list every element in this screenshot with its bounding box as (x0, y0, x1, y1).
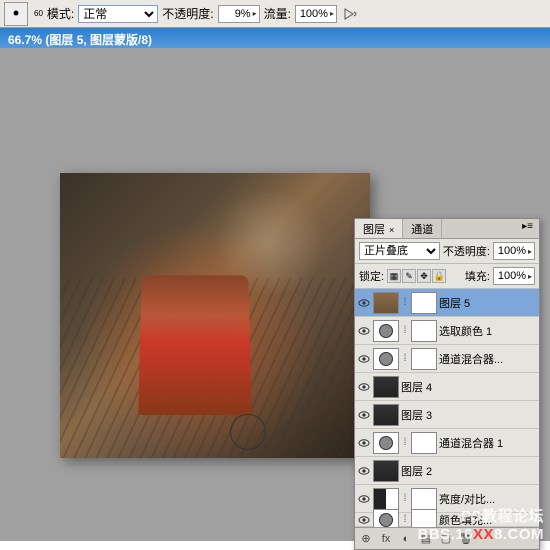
fill-label: 填充: (465, 268, 490, 284)
layer-opacity-label: 不透明度: (443, 243, 490, 259)
layer-thumbnail[interactable] (373, 460, 399, 482)
mask-thumbnail[interactable] (411, 348, 437, 370)
workspace: 图层× 通道 ▸≡ 正片叠底 不透明度: 100% ▸ 锁定: ▦ ✎ ✥ 🔒 (0, 48, 550, 541)
chevron-right-icon[interactable]: ▸ (526, 272, 532, 281)
visibility-eye-icon[interactable] (357, 513, 371, 527)
close-icon[interactable]: × (389, 225, 394, 235)
visibility-eye-icon[interactable] (357, 296, 371, 310)
blend-row: 正片叠底 不透明度: 100% ▸ (355, 239, 539, 264)
layer-name[interactable]: 选取颜色 1 (439, 323, 492, 339)
link-icon[interactable]: ⁞ (401, 297, 409, 308)
layer-row[interactable]: 图层 3 (355, 401, 539, 429)
flow-input[interactable]: 100% ▸ (295, 5, 337, 23)
lock-position-icon[interactable]: ✥ (417, 269, 431, 283)
watermark: PS教程论坛 BBS.16XX8.COM (417, 505, 544, 543)
zoom-and-title: 66.7% (图层 5, 图层蒙版/8) (8, 33, 152, 47)
lock-row: 锁定: ▦ ✎ ✥ 🔒 填充: 100% ▸ (355, 264, 539, 289)
airbrush-icon[interactable] (341, 5, 361, 23)
layer-thumbnail[interactable] (373, 348, 399, 370)
add-mask-icon[interactable]: ◐ (399, 532, 413, 546)
layer-name[interactable]: 图层 2 (401, 463, 432, 479)
layer-name[interactable]: 图层 3 (401, 407, 432, 423)
watermark-line1: PS教程论坛 (417, 505, 544, 526)
mask-thumbnail[interactable] (411, 432, 437, 454)
visibility-eye-icon[interactable] (357, 492, 371, 506)
visibility-eye-icon[interactable] (357, 436, 371, 450)
layer-thumbnail[interactable] (373, 376, 399, 398)
layer-name[interactable]: 通道混合器... (439, 351, 503, 367)
link-icon[interactable]: ⁞ (401, 353, 409, 364)
brush-preset[interactable]: • (4, 2, 28, 26)
panel-menu-icon[interactable]: ▸≡ (516, 219, 539, 238)
mask-thumbnail[interactable] (411, 292, 437, 314)
brush-cursor-icon (230, 414, 266, 450)
mask-thumbnail[interactable] (411, 320, 437, 342)
visibility-eye-icon[interactable] (357, 464, 371, 478)
layer-opacity-input[interactable]: 100% ▸ (493, 242, 535, 260)
panel-tabs: 图层× 通道 ▸≡ (355, 219, 539, 239)
blend-mode-select[interactable]: 正常 (78, 5, 158, 23)
visibility-eye-icon[interactable] (357, 324, 371, 338)
layer-fx-icon[interactable]: fx (379, 532, 393, 546)
layer-name[interactable]: 图层 5 (439, 295, 470, 311)
tab-layers[interactable]: 图层× (355, 219, 403, 238)
layer-thumbnail[interactable] (373, 488, 399, 510)
layer-list[interactable]: ⁞ 图层 5 ⁞ 选取颜色 1 ⁞ 通道混合器... 图层 4 图层 3 ⁞ 通道混合器 1 图层 … (355, 289, 539, 527)
link-icon[interactable]: ⁞ (401, 437, 409, 448)
visibility-eye-icon[interactable] (357, 352, 371, 366)
layer-thumbnail[interactable] (373, 432, 399, 454)
options-bar: • 60 模式: 正常 不透明度: 9% ▸ 流量: 100% ▸ (0, 0, 550, 28)
layer-row[interactable]: ⁞ 图层 5 (355, 289, 539, 317)
canvas[interactable] (60, 173, 370, 458)
layer-name[interactable]: 图层 4 (401, 379, 432, 395)
layer-blend-mode[interactable]: 正片叠底 (359, 242, 440, 260)
visibility-eye-icon[interactable] (357, 408, 371, 422)
flow-label: 流量: (264, 5, 291, 22)
document-title-bar: 66.7% (图层 5, 图层蒙版/8) (0, 28, 550, 48)
link-icon[interactable]: ⁞ (401, 325, 409, 336)
layer-row[interactable]: ⁞ 通道混合器 1 (355, 429, 539, 457)
layer-name[interactable]: 通道混合器 1 (439, 435, 503, 451)
canvas-image (60, 173, 370, 458)
chevron-right-icon[interactable]: ▸ (526, 247, 532, 256)
layer-row[interactable]: 图层 2 (355, 457, 539, 485)
lock-all-icon[interactable]: 🔒 (432, 269, 446, 283)
lock-pixels-icon[interactable]: ✎ (402, 269, 416, 283)
tab-channels[interactable]: 通道 (403, 219, 442, 238)
layer-row[interactable]: ⁞ 选取颜色 1 (355, 317, 539, 345)
link-layers-icon[interactable]: ⊕ (359, 532, 373, 546)
fill-input[interactable]: 100% ▸ (493, 267, 535, 285)
lock-transparent-icon[interactable]: ▦ (387, 269, 401, 283)
link-icon[interactable]: ⁞ (401, 514, 409, 525)
layer-thumbnail[interactable] (373, 320, 399, 342)
layers-panel: 图层× 通道 ▸≡ 正片叠底 不透明度: 100% ▸ 锁定: ▦ ✎ ✥ 🔒 (354, 218, 540, 550)
brush-size[interactable]: 60 (32, 9, 43, 18)
lock-label: 锁定: (359, 268, 384, 284)
visibility-eye-icon[interactable] (357, 380, 371, 394)
opacity-input[interactable]: 9% ▸ (218, 5, 260, 23)
layer-row[interactable]: ⁞ 通道混合器... (355, 345, 539, 373)
layer-thumbnail[interactable] (373, 292, 399, 314)
opacity-label: 不透明度: (162, 5, 213, 22)
layer-row[interactable]: 图层 4 (355, 373, 539, 401)
link-icon[interactable]: ⁞ (401, 493, 409, 504)
chevron-right-icon[interactable]: ▸ (251, 9, 257, 18)
layer-thumbnail[interactable] (373, 404, 399, 426)
chevron-right-icon[interactable]: ▸ (328, 9, 334, 18)
layer-thumbnail[interactable] (373, 509, 399, 528)
mode-label: 模式: (47, 5, 74, 22)
watermark-line2: BBS.16XX8.COM (417, 526, 544, 543)
